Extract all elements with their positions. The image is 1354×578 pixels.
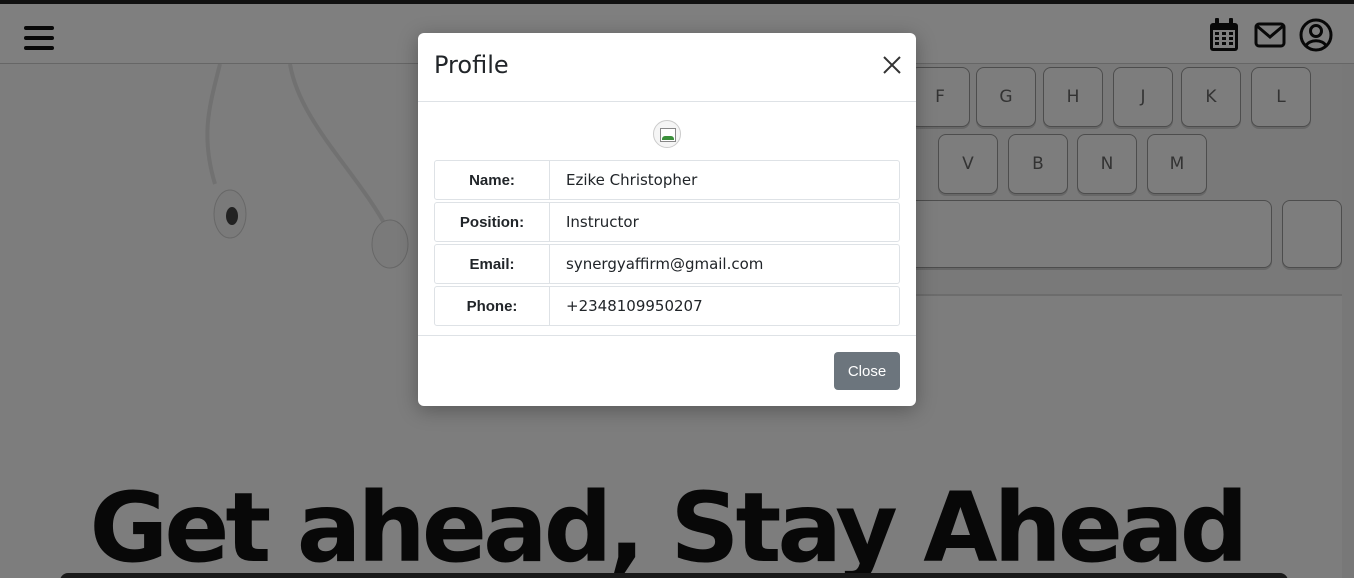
broken-image-icon [660, 128, 676, 142]
row-value: synergyaffirm@gmail.com [566, 255, 764, 273]
row-label: Name: [435, 161, 550, 199]
row-value: +2348109950207 [566, 297, 703, 315]
modal-footer: Close [418, 336, 916, 406]
row-label: Phone: [435, 287, 550, 325]
close-icon[interactable] [882, 55, 902, 75]
table-row: Name: Ezike Christopher [434, 160, 900, 200]
row-label: Position: [435, 203, 550, 241]
profile-info-table: Name: Ezike Christopher Position: Instru… [434, 160, 900, 328]
profile-modal: Profile Name: Ezike Christopher Position… [418, 33, 916, 406]
row-value: Ezike Christopher [566, 171, 698, 189]
page: F G H J K L V B N M Get ahead, Stay Ahea… [0, 0, 1354, 578]
modal-title: Profile [434, 51, 509, 79]
avatar [653, 120, 681, 148]
row-value: Instructor [566, 213, 639, 231]
modal-body: Name: Ezike Christopher Position: Instru… [418, 102, 916, 336]
modal-header: Profile [418, 33, 916, 102]
close-button[interactable]: Close [834, 352, 900, 390]
table-row: Email: synergyaffirm@gmail.com [434, 244, 900, 284]
table-row: Phone: +2348109950207 [434, 286, 900, 326]
table-row: Position: Instructor [434, 202, 900, 242]
row-label: Email: [435, 245, 550, 283]
